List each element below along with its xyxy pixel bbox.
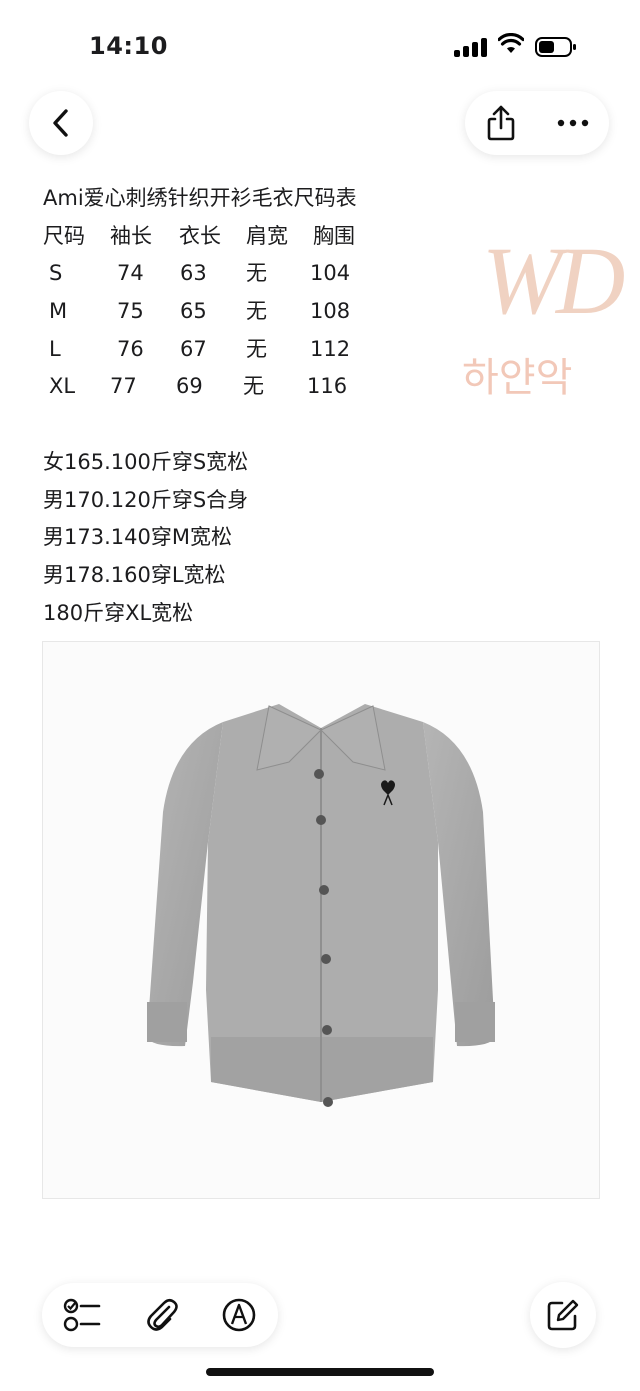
wifi-icon bbox=[498, 33, 524, 53]
checklist-icon[interactable] bbox=[63, 1297, 103, 1333]
table-row: S 74 63 无 104 bbox=[43, 255, 603, 293]
cell-length: 63 bbox=[180, 261, 207, 286]
cell-shoulder: 无 bbox=[246, 336, 267, 361]
cell-size: L bbox=[49, 336, 61, 361]
share-button[interactable] bbox=[465, 91, 537, 155]
bottom-tools-pill bbox=[42, 1283, 278, 1347]
size-table: 尺码 袖长 衣长 肩宽 胸围 S 74 63 无 104 M 75 65 无 1… bbox=[43, 218, 603, 406]
cell-chest: 112 bbox=[310, 336, 351, 361]
cell-sleeve: 76 bbox=[117, 336, 144, 361]
cellular-signal-icon bbox=[454, 37, 488, 57]
cell-shoulder: 无 bbox=[246, 261, 267, 286]
cell-size: XL bbox=[49, 374, 76, 399]
top-actions-pill bbox=[465, 91, 609, 155]
cell-length: 69 bbox=[176, 374, 203, 399]
table-row: L 76 67 无 112 bbox=[43, 331, 603, 369]
recommendation-line: 男173.140穿M宽松 bbox=[43, 525, 232, 550]
table-row: XL 77 69 无 116 bbox=[43, 368, 603, 406]
header-sleeve: 袖长 bbox=[110, 223, 152, 248]
paperclip-icon[interactable] bbox=[145, 1297, 179, 1333]
header-chest: 胸围 bbox=[313, 223, 355, 248]
back-button[interactable] bbox=[29, 91, 93, 155]
status-time: 14:10 bbox=[89, 32, 168, 60]
compose-button[interactable] bbox=[530, 1282, 596, 1348]
cell-shoulder: 无 bbox=[246, 299, 267, 324]
note-title: Ami爱心刺绣针织开衫毛衣尺码表 bbox=[43, 186, 357, 210]
recommendation-line: 180斤穿XL宽松 bbox=[43, 600, 194, 625]
cell-shoulder: 无 bbox=[243, 374, 264, 399]
cell-chest: 104 bbox=[310, 261, 351, 286]
markup-icon[interactable] bbox=[221, 1297, 257, 1333]
cell-sleeve: 74 bbox=[117, 261, 144, 286]
note-content[interactable]: Ami爱心刺绣针织开衫毛衣尺码表 尺码 袖长 衣长 肩宽 胸围 S 74 63 … bbox=[43, 180, 603, 632]
recommendation-line: 女165.100斤穿S宽松 bbox=[43, 449, 249, 474]
cardigan-image bbox=[147, 704, 495, 1107]
home-indicator[interactable] bbox=[206, 1368, 434, 1376]
more-button[interactable] bbox=[537, 91, 609, 155]
status-bar: 14:10 bbox=[0, 0, 640, 90]
recommendation-line: 男170.120斤穿S合身 bbox=[43, 487, 249, 512]
cell-sleeve: 77 bbox=[110, 374, 137, 399]
more-icon bbox=[557, 119, 589, 127]
share-icon bbox=[487, 105, 515, 141]
table-row: M 75 65 无 108 bbox=[43, 293, 603, 331]
header-shoulder: 肩宽 bbox=[246, 223, 288, 248]
chevron-left-icon bbox=[53, 109, 68, 137]
cell-length: 67 bbox=[180, 336, 207, 361]
header-size: 尺码 bbox=[43, 223, 85, 248]
size-table-header: 尺码 袖长 衣长 肩宽 胸围 bbox=[43, 218, 603, 256]
recommendation-line: 男178.160穿L宽松 bbox=[43, 562, 226, 587]
cell-sleeve: 75 bbox=[117, 299, 144, 324]
cell-size: M bbox=[49, 299, 68, 324]
cell-chest: 116 bbox=[307, 374, 348, 399]
compose-icon bbox=[547, 1299, 579, 1331]
cell-size: S bbox=[49, 261, 63, 286]
cell-length: 65 bbox=[180, 299, 207, 324]
product-image[interactable] bbox=[42, 641, 600, 1199]
header-length: 衣长 bbox=[179, 223, 221, 248]
cell-chest: 108 bbox=[310, 299, 351, 324]
battery-icon bbox=[535, 37, 576, 57]
